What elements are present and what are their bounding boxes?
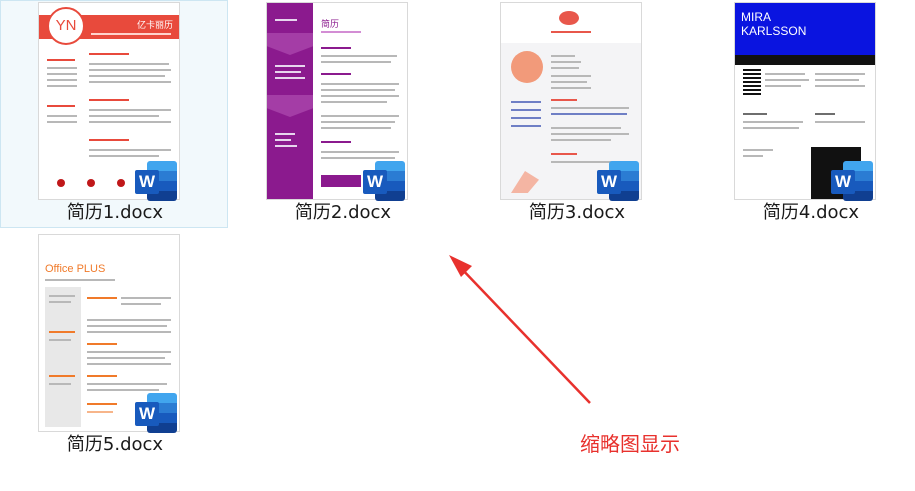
- annotation-arrow: [449, 255, 591, 404]
- annotation-caption: 缩略图显示: [580, 432, 680, 456]
